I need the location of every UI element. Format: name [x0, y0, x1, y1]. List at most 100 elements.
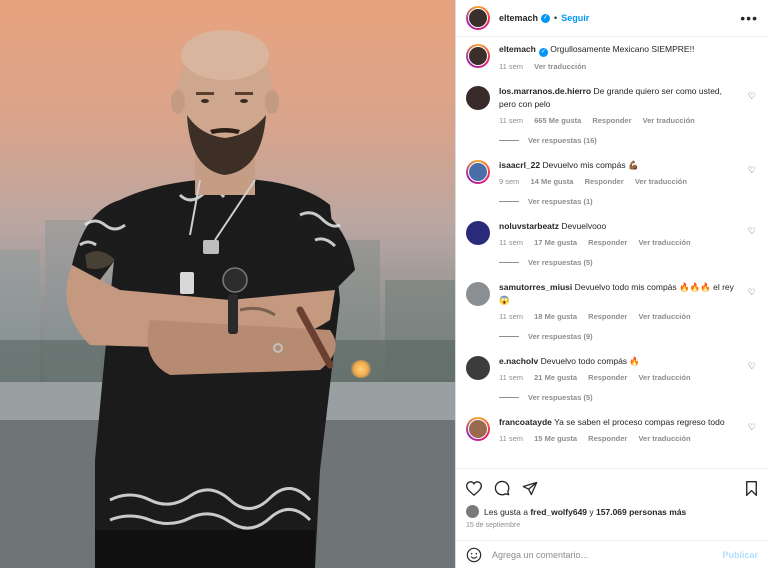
comment-likes[interactable]: 15 Me gusta: [534, 434, 577, 443]
comment-like-heart-icon[interactable]: ♡: [748, 422, 756, 433]
view-replies-button[interactable]: Ver respuestas (1): [499, 197, 758, 206]
view-replies-button[interactable]: Ver respuestas (5): [499, 393, 758, 402]
comment-icon[interactable]: [494, 480, 510, 496]
comment: isaacrl_22 Devuelvo mis compás 💪🏾 9 sem …: [466, 159, 758, 188]
post-side-panel: eltemach ✓ • Seguir ••• eltemach ✓ Orgull…: [455, 0, 768, 568]
comment-text: Devuelvo mis compás 💪🏾: [542, 160, 639, 170]
comment-time: 11 sem: [499, 434, 524, 443]
comment-input[interactable]: [492, 549, 723, 560]
view-replies-label: Ver respuestas (1): [528, 197, 593, 206]
reply-button[interactable]: Responder: [588, 238, 627, 247]
replies-divider: [499, 336, 519, 337]
verified-icon: ✓: [538, 48, 548, 57]
translate-link[interactable]: Ver traducción: [638, 373, 690, 382]
caption: eltemach ✓ Orgullosamente Mexicano SIEMPR…: [466, 43, 758, 73]
translate-link[interactable]: Ver traducción: [643, 116, 695, 125]
comments-list[interactable]: eltemach ✓ Orgullosamente Mexicano SIEMPR…: [456, 37, 768, 467]
commenter-username[interactable]: e.nacholv: [499, 356, 538, 366]
translate-link[interactable]: Ver traducción: [638, 238, 690, 247]
author-username[interactable]: eltemach: [499, 13, 538, 23]
post-header: eltemach ✓ • Seguir •••: [456, 0, 768, 37]
commenter-avatar[interactable]: [466, 86, 490, 110]
view-replies-button[interactable]: Ver respuestas (9): [499, 332, 758, 341]
reply-button[interactable]: Responder: [588, 373, 627, 382]
view-replies-button[interactable]: Ver respuestas (5): [499, 258, 758, 267]
reply-button[interactable]: Responder: [592, 116, 631, 125]
comment-likes[interactable]: 14 Me gusta: [531, 177, 574, 186]
man-with-crossed-arms: [66, 30, 355, 568]
comment-time: 9 sem: [499, 177, 520, 186]
likes-count[interactable]: 157.069 personas más: [596, 507, 686, 517]
caption-username[interactable]: eltemach: [499, 44, 536, 54]
caption-avatar[interactable]: [466, 44, 490, 68]
comment-likes[interactable]: 18 Me gusta: [534, 312, 577, 321]
comment-text: Ya se saben el proceso compas regreso to…: [554, 417, 725, 427]
heart-icon[interactable]: [466, 480, 482, 496]
caption-text: Orgullosamente Mexicano SIEMPRE!!: [550, 44, 695, 54]
reply-button[interactable]: Responder: [588, 312, 627, 321]
comment-like-heart-icon[interactable]: ♡: [748, 91, 756, 102]
comment-time: 11 sem: [499, 312, 524, 321]
commenter-username[interactable]: los.marranos.de.hierro: [499, 86, 591, 96]
comment-likes[interactable]: 17 Me gusta: [534, 238, 577, 247]
commenter-username[interactable]: francoatayde: [499, 417, 552, 427]
replies-divider: [499, 397, 519, 398]
verified-icon: ✓: [541, 13, 551, 23]
replies-divider: [499, 262, 519, 263]
comment-time: 11 sem: [499, 116, 524, 125]
commenter-username[interactable]: samutorres_miusi: [499, 282, 572, 292]
comment-like-heart-icon[interactable]: ♡: [748, 287, 756, 298]
translate-link[interactable]: Ver traducción: [635, 177, 687, 186]
instagram-post-modal: eltemach ✓ • Seguir ••• eltemach ✓ Orgull…: [0, 0, 768, 568]
action-icons: [466, 477, 758, 499]
comment-like-heart-icon[interactable]: ♡: [748, 165, 756, 176]
view-replies-label: Ver respuestas (5): [528, 393, 593, 402]
comment-likes[interactable]: 21 Me gusta: [534, 373, 577, 382]
comment-time: 11 sem: [499, 373, 524, 382]
comment: e.nacholv Devuelvo todo compás 🔥 11 sem …: [466, 355, 758, 384]
commenter-avatar[interactable]: [466, 282, 490, 306]
post-photo[interactable]: [0, 0, 455, 568]
add-comment-bar: Publicar: [456, 540, 768, 568]
caption-translate-link[interactable]: Ver traducción: [534, 62, 586, 71]
share-icon[interactable]: [522, 481, 538, 496]
view-replies-button[interactable]: Ver respuestas (16): [499, 136, 758, 145]
translate-link[interactable]: Ver traducción: [638, 312, 690, 321]
likes-prefix: Les gusta a: [484, 506, 528, 517]
commenter-avatar[interactable]: [466, 417, 490, 441]
commenter-username[interactable]: isaacrl_22: [499, 160, 540, 170]
liker-avatar: [466, 505, 479, 518]
likes-summary[interactable]: Les gusta a fred_wolfy649 y 157.069 pers…: [466, 505, 758, 518]
reply-button[interactable]: Responder: [585, 177, 624, 186]
post-date[interactable]: 15 de septiembre: [466, 522, 758, 529]
commenter-avatar[interactable]: [466, 356, 490, 380]
comment-text: Devuelvo todo compás 🔥: [540, 356, 641, 366]
follow-button[interactable]: Seguir: [561, 13, 589, 23]
view-replies-label: Ver respuestas (9): [528, 332, 593, 341]
likes-joiner: y: [589, 506, 594, 517]
comment-like-heart-icon[interactable]: ♡: [748, 361, 756, 372]
comment-time: 11 sem: [499, 238, 524, 247]
commenter-avatar[interactable]: [466, 221, 490, 245]
comment: los.marranos.de.hierro De grande quiero …: [466, 85, 758, 127]
view-replies-label: Ver respuestas (16): [528, 136, 597, 145]
comment-likes[interactable]: 665 Me gusta: [534, 116, 581, 125]
reply-button[interactable]: Responder: [588, 434, 627, 443]
replies-divider: [499, 201, 519, 202]
caption-time: 11 sem: [499, 62, 524, 71]
comment: francoatayde Ya se saben el proceso comp…: [466, 416, 758, 445]
liker-username[interactable]: fred_wolfy649: [530, 507, 587, 517]
separator-dot: •: [554, 13, 558, 23]
translate-link[interactable]: Ver traducción: [638, 434, 690, 443]
post-actions: Les gusta a fred_wolfy649 y 157.069 pers…: [456, 468, 768, 529]
commenter-avatar[interactable]: [466, 160, 490, 184]
comment: samutorres_miusi Devuelvo todo mis compá…: [466, 281, 758, 323]
more-icon[interactable]: •••: [740, 10, 758, 26]
comment-like-heart-icon[interactable]: ♡: [748, 226, 756, 237]
post-comment-button[interactable]: Publicar: [722, 550, 758, 560]
comment: noluvstarbeatz Devuelvooo 11 sem 17 Me g…: [466, 220, 758, 249]
commenter-username[interactable]: noluvstarbeatz: [499, 221, 559, 231]
bookmark-icon[interactable]: [745, 480, 758, 496]
emoji-icon[interactable]: [466, 547, 482, 563]
author-avatar[interactable]: [466, 6, 490, 30]
